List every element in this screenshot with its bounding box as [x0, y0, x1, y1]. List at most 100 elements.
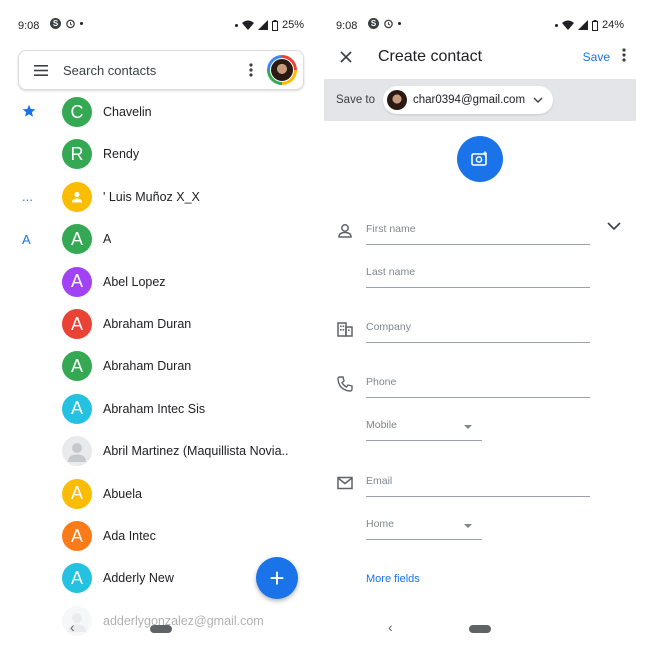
- email-type-select[interactable]: Home: [366, 512, 482, 540]
- wifi-icon: [241, 20, 254, 30]
- account-photo: [270, 58, 294, 82]
- contact-avatar: [62, 181, 92, 212]
- section-marker: ...: [22, 189, 33, 205]
- save-to-bar: Save to char0394@gmail.com: [324, 79, 636, 121]
- contact-avatar: A: [62, 478, 92, 509]
- status-system-icons: 25%: [234, 19, 304, 31]
- dropdown-arrow-icon: [464, 524, 472, 528]
- contact-list-item[interactable]: AAA: [0, 218, 316, 260]
- contact-avatar: A: [62, 351, 92, 382]
- email-type-value: Home: [366, 518, 395, 530]
- hamburger-menu-icon[interactable]: [19, 64, 63, 76]
- home-nav-pill[interactable]: [469, 625, 491, 633]
- wifi-icon: [561, 20, 574, 30]
- status-dot: [234, 23, 238, 27]
- starred-icon: [0, 104, 60, 121]
- person-icon: [338, 224, 352, 238]
- contact-list-item[interactable]: A Abraham Duran: [0, 303, 316, 345]
- email-field[interactable]: Email: [366, 469, 590, 497]
- add-contact-button[interactable]: +: [256, 557, 298, 599]
- status-bar: 9:08 S 24%: [324, 0, 636, 34]
- contact-list-item[interactable]: A Abraham Intec Sis: [0, 388, 316, 430]
- search-bar[interactable]: Search contacts: [18, 50, 304, 90]
- alarm-icon: [66, 19, 75, 29]
- person-icon: [72, 191, 82, 203]
- photo-placeholder-icon: [68, 443, 86, 463]
- contact-list-item[interactable]: A Ada Intec: [0, 515, 316, 557]
- contact-avatar: [62, 436, 92, 467]
- chevron-down-icon[interactable]: [607, 222, 621, 230]
- phone-icon: [337, 376, 353, 392]
- contact-name: Chavelin: [103, 105, 152, 119]
- status-time: 9:08: [18, 20, 40, 32]
- company-field[interactable]: Company: [366, 315, 590, 343]
- account-avatar[interactable]: [267, 55, 297, 85]
- contact-avatar: C: [62, 97, 92, 127]
- contact-name: Abraham Intec Sis: [103, 401, 206, 416]
- status-notification-icons: S: [368, 18, 401, 29]
- status-notification-icons: S: [50, 18, 83, 29]
- account-selector[interactable]: char0394@gmail.com: [383, 86, 554, 114]
- phone-type-value: Mobile: [366, 419, 397, 431]
- contact-name: Rendy: [103, 147, 140, 162]
- more-options-icon[interactable]: [239, 63, 263, 77]
- navigation-bar: ‹: [324, 619, 636, 639]
- contact-name: Adderly New: [103, 571, 174, 586]
- create-contact-screen: 9:08 S 24% Create contact Save Save to c…: [324, 0, 636, 649]
- last-name-field[interactable]: Last name: [366, 260, 590, 288]
- close-icon[interactable]: [324, 46, 368, 69]
- chevron-down-icon: [533, 97, 543, 103]
- contact-name: Abril Martinez (Maquillista Novia..: [103, 444, 289, 459]
- battery-percent: 25%: [281, 19, 304, 31]
- page-title: Create contact: [378, 48, 483, 65]
- add-photo-icon: [471, 151, 487, 166]
- back-nav-icon[interactable]: ‹: [70, 619, 75, 635]
- contact-name: Ada Intec: [103, 529, 156, 543]
- search-input[interactable]: Search contacts: [63, 63, 239, 78]
- contact-avatar: A: [62, 563, 92, 594]
- alarm-icon: [384, 19, 393, 29]
- status-dot: [80, 22, 83, 25]
- contact-list-item[interactable]: ... ' Luis Muñoz X_X: [0, 176, 316, 218]
- skype-icon: S: [368, 18, 379, 29]
- contact-name: A: [103, 232, 112, 247]
- battery-icon: [591, 19, 598, 31]
- back-nav-icon[interactable]: ‹: [388, 619, 393, 635]
- contact-list-item[interactable]: C Chavelin: [0, 91, 316, 133]
- contact-list-item[interactable]: Abril Martinez (Maquillista Novia..: [0, 430, 316, 472]
- phone-field[interactable]: Phone: [366, 370, 590, 398]
- status-dot: [398, 22, 401, 25]
- account-email: char0394@gmail.com: [413, 94, 526, 106]
- contact-avatar: A: [62, 393, 92, 424]
- section-marker: A: [22, 231, 31, 247]
- skype-icon: S: [50, 18, 61, 29]
- app-bar: Create contact Save: [324, 36, 636, 78]
- contact-name: Abel Lopez: [103, 274, 166, 289]
- contact-list-item[interactable]: R Rendy: [0, 133, 316, 175]
- contact-avatar: A: [62, 521, 92, 551]
- contact-list-item[interactable]: A Abel Lopez: [0, 261, 316, 303]
- contact-avatar: A: [62, 309, 92, 339]
- battery-icon: [271, 19, 278, 31]
- account-photo: [387, 90, 407, 110]
- save-button[interactable]: Save: [583, 50, 610, 64]
- home-nav-pill[interactable]: [150, 625, 172, 633]
- navigation-bar: ‹: [0, 619, 316, 639]
- company-icon: [337, 322, 353, 337]
- first-name-field[interactable]: First name: [366, 217, 590, 245]
- status-dot: [554, 23, 558, 27]
- contact-list-item[interactable]: A Abuela: [0, 473, 316, 515]
- phone-type-select[interactable]: Mobile: [366, 413, 482, 441]
- contact-list-item[interactable]: A Abraham Duran: [0, 345, 316, 387]
- more-options-icon[interactable]: [622, 47, 626, 67]
- email-icon: [337, 476, 353, 490]
- contacts-list-screen: 9:08 S 25% Search contacts C Chavelin R Ren…: [0, 0, 316, 649]
- signal-icon: [257, 20, 268, 30]
- dropdown-arrow-icon: [464, 425, 472, 429]
- status-bar: 9:08 S 25%: [0, 0, 316, 34]
- status-time: 9:08: [336, 20, 358, 32]
- contact-avatar: A: [62, 266, 92, 297]
- add-photo-button[interactable]: [457, 136, 503, 182]
- more-fields-link[interactable]: More fields: [366, 573, 420, 585]
- battery-percent: 24%: [601, 19, 624, 31]
